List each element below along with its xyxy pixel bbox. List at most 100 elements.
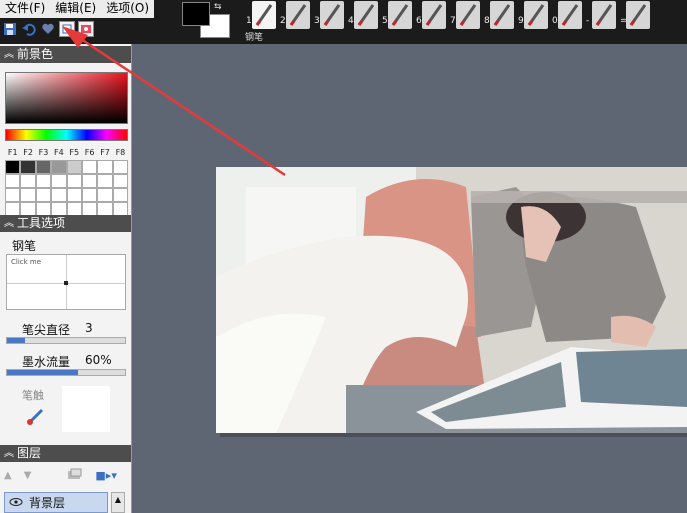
- heart-icon[interactable]: [40, 21, 56, 37]
- layer-name: 背景层: [29, 496, 66, 510]
- canvas-shadow: [220, 433, 687, 437]
- menu-edit[interactable]: 编辑(E): [50, 0, 101, 18]
- hue-slider[interactable]: [5, 129, 128, 141]
- move-layer-up-icon[interactable]: ▲: [4, 470, 12, 481]
- color-swatch[interactable]: [66, 188, 82, 202]
- brush-slot[interactable]: =: [618, 0, 652, 44]
- tip-diameter-slider[interactable]: [6, 337, 126, 344]
- color-swatch[interactable]: [35, 202, 52, 216]
- brush-slot[interactable]: 6: [414, 0, 448, 44]
- color-swatch[interactable]: [5, 202, 21, 216]
- color-swatch[interactable]: [5, 174, 21, 188]
- menu-file[interactable]: 文件(F): [0, 0, 50, 18]
- foreground-color-title: 前景色: [17, 47, 54, 61]
- top-toolbar: 文件(F) 编辑(E) 选项(O) ⇆ 1 钢笔 2 3 4 5 6 7 8 9 0 - =: [0, 0, 687, 44]
- color-swatch[interactable]: [20, 174, 36, 188]
- visibility-eye-icon[interactable]: [9, 496, 23, 510]
- swatch-hotkey-label: F6: [84, 148, 95, 157]
- swap-colors-icon[interactable]: ⇆: [214, 2, 222, 12]
- color-swatch[interactable]: [51, 174, 67, 188]
- color-swatch[interactable]: [20, 188, 36, 202]
- color-swatch[interactable]: [5, 188, 21, 202]
- layer-menu-icon[interactable]: ■▸▾: [95, 469, 116, 482]
- stroke-preview[interactable]: Click me: [6, 254, 126, 310]
- brush-slot[interactable]: 3: [312, 0, 346, 44]
- brush-slot[interactable]: 4: [346, 0, 380, 44]
- color-swatch[interactable]: [97, 188, 113, 202]
- color-swatch[interactable]: [20, 202, 36, 216]
- brush-hotkey: 3: [314, 16, 320, 26]
- brush-hotkey: 1: [246, 16, 252, 26]
- collapse-chevron-icon: ︽: [4, 448, 14, 459]
- color-swatch[interactable]: [51, 202, 67, 216]
- brush-hotkey: 7: [450, 16, 456, 26]
- color-swatch[interactable]: [97, 202, 113, 216]
- crayon-icon: [320, 1, 344, 29]
- layer-properties-icon[interactable]: [67, 468, 83, 483]
- undo-icon[interactable]: [21, 21, 37, 37]
- brush-texture-icon[interactable]: [26, 406, 46, 429]
- color-swatch[interactable]: [112, 174, 129, 188]
- color-swatch[interactable]: [35, 174, 52, 188]
- brush-hotkey: 5: [382, 16, 388, 26]
- brush-slot[interactable]: 9: [516, 0, 550, 44]
- swatch-grid: [5, 160, 129, 216]
- brush-slot[interactable]: 8: [482, 0, 516, 44]
- texture-preview[interactable]: [62, 386, 110, 432]
- tool-options-header[interactable]: ︽ 工具选项: [0, 215, 131, 232]
- color-swatch[interactable]: [97, 160, 113, 174]
- swatch-hotkey-label: F7: [100, 148, 110, 157]
- menu-options[interactable]: 选项(O): [101, 0, 154, 18]
- move-layer-down-icon[interactable]: ▼: [24, 470, 32, 481]
- brush-hotkey: 2: [280, 16, 286, 26]
- color-swatch[interactable]: [97, 174, 113, 188]
- color-swatch[interactable]: [20, 160, 36, 174]
- brush-slot[interactable]: 1 钢笔: [244, 0, 278, 44]
- ink-flow-fill: [7, 370, 78, 375]
- canvas-image[interactable]: [216, 167, 687, 433]
- pen-icon: [252, 1, 276, 29]
- color-swatch[interactable]: [5, 160, 21, 174]
- color-swatch[interactable]: [51, 188, 67, 202]
- color-picker-gradient[interactable]: [5, 72, 128, 124]
- quick-access-bar: [2, 21, 94, 37]
- new-canvas-icon[interactable]: [59, 21, 75, 37]
- ink-flow-slider[interactable]: [6, 369, 126, 376]
- brush-hotkey: 4: [348, 16, 354, 26]
- water-drop-icon: [558, 1, 582, 29]
- color-swatch[interactable]: [112, 188, 129, 202]
- brush-slot[interactable]: 5: [380, 0, 414, 44]
- foreground-color-swatch[interactable]: [182, 2, 210, 26]
- blur-icon: [524, 1, 548, 29]
- color-swatch[interactable]: [66, 202, 82, 216]
- color-swatch[interactable]: [35, 160, 52, 174]
- color-swatch[interactable]: [112, 160, 129, 174]
- layers-scrollbar[interactable]: ▲: [111, 492, 125, 513]
- flat-brush-icon: [490, 1, 514, 29]
- layers-header[interactable]: ︽ 图层: [0, 445, 131, 462]
- color-swatch[interactable]: [81, 160, 98, 174]
- swatch-hotkey-label: F4: [54, 148, 64, 157]
- left-panel: ︽ 前景色 F1 F2 F3 F4 F5 F6 F7 F8 ︽ 工具选项 钢笔 Click m…: [0, 44, 132, 513]
- color-swatch[interactable]: [81, 202, 98, 216]
- swatch-hotkey-label: F5: [69, 148, 80, 157]
- color-swatch[interactable]: [51, 160, 67, 174]
- swatch-hotkey-label: F3: [38, 148, 49, 157]
- save-icon[interactable]: [2, 21, 18, 37]
- color-swatch[interactable]: [35, 188, 52, 202]
- color-swatch[interactable]: [81, 188, 98, 202]
- color-swatch[interactable]: [66, 174, 82, 188]
- brush-hotkey: 6: [416, 16, 422, 26]
- clear-canvas-icon[interactable]: [78, 21, 94, 37]
- layer-item-background[interactable]: 背景层: [4, 492, 108, 513]
- color-swatch[interactable]: [66, 160, 82, 174]
- foreground-color-header[interactable]: ︽ 前景色: [0, 46, 131, 63]
- color-swatch[interactable]: [112, 202, 129, 216]
- brush-slot[interactable]: 2: [278, 0, 312, 44]
- brush-slot[interactable]: -: [584, 0, 618, 44]
- color-swatch[interactable]: [81, 174, 98, 188]
- layers-title: 图层: [17, 446, 42, 460]
- ink-flow-label: 墨水流量: [22, 355, 71, 369]
- brush-slot[interactable]: 0: [550, 0, 584, 44]
- brush-slot[interactable]: 7: [448, 0, 482, 44]
